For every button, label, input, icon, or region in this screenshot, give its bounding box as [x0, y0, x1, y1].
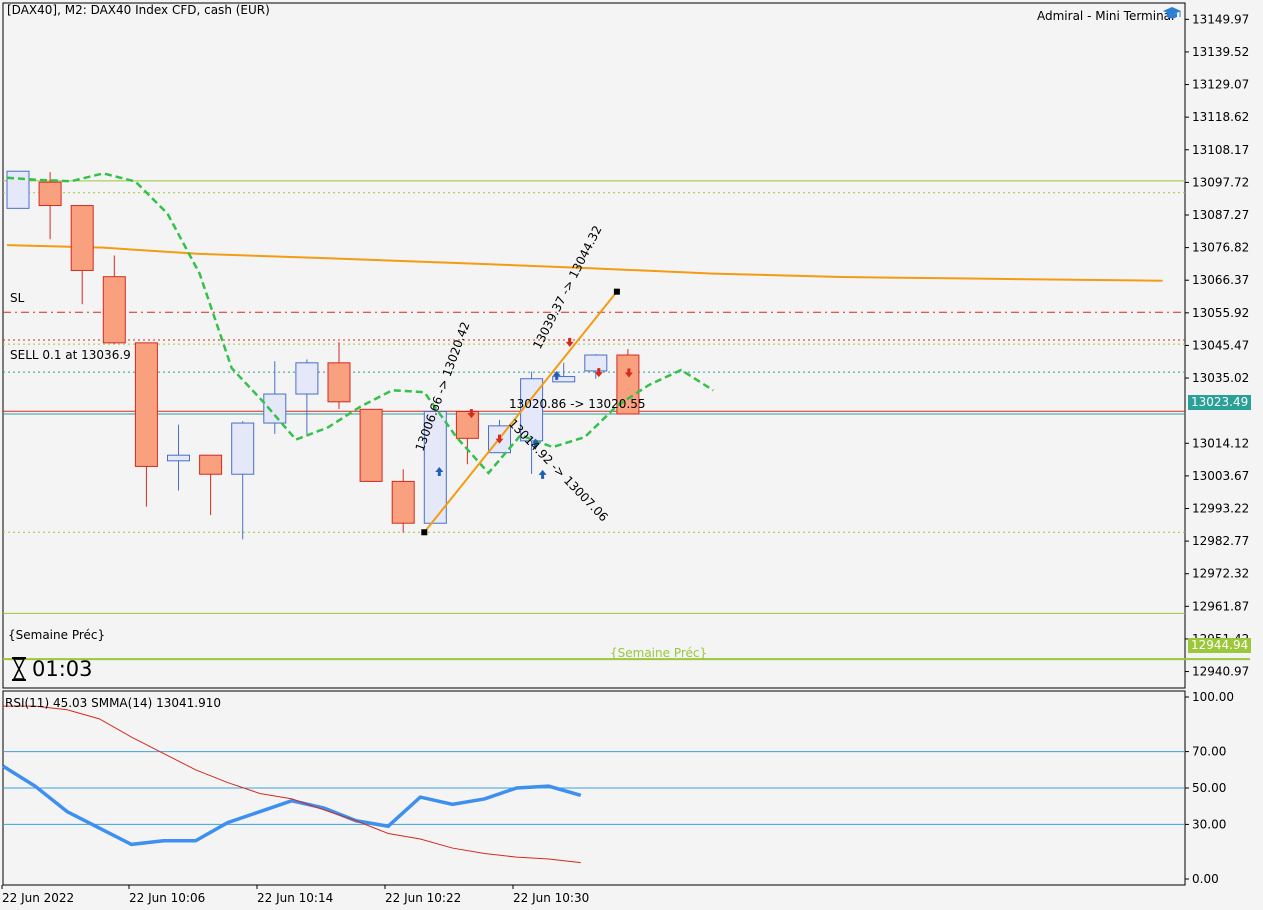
candle-body [38, 181, 62, 207]
rsi-y-tick-label: 0.00 [1192, 872, 1219, 886]
rsi-y-tick-label: 50.00 [1192, 781, 1226, 795]
graduation-cap-icon[interactable] [1162, 6, 1182, 22]
y-tick-label: 13118.62 [1192, 110, 1249, 124]
candle-body [327, 362, 351, 403]
sl-label: SL [10, 291, 25, 305]
y-tick-label: 13087.27 [1192, 208, 1249, 222]
semaine-label-center: {Semaine Préc} [610, 646, 708, 660]
rsi-y-tick-label: 70.00 [1192, 745, 1226, 759]
rsi-title: RSI(11) 45.03 SMMA(14) 13041.910 [5, 696, 221, 710]
candle-body [391, 480, 415, 524]
y-tick-label: 12972.32 [1192, 567, 1249, 581]
symbol-info: [DAX40], M2: DAX40 Index CFD, cash (EUR) [7, 3, 270, 17]
candle-body [102, 276, 126, 344]
x-tick-label: 22 Jun 10:14 [257, 891, 333, 905]
y-tick-label: 13045.47 [1192, 338, 1249, 352]
candle-body [359, 408, 383, 482]
y-tick-label: 12993.22 [1192, 501, 1249, 515]
chart-canvas: 13149.97 13139.52 13129.07 13118.62 13108.17… [1, 2, 1250, 905]
candle-body [231, 422, 255, 475]
y-tick-label: 13014.12 [1192, 436, 1249, 450]
terminal-name: Admiral - Mini Terminal [1037, 9, 1175, 23]
countdown-timer: 01:03 [32, 657, 93, 681]
y-tick-label: 13097.72 [1192, 175, 1249, 189]
semaine-label-left: {Semaine Préc} [8, 628, 106, 642]
x-tick-label: 22 Jun 2022 [2, 891, 74, 905]
sell-order-label: SELL 0.1 at 13036.9 [10, 348, 131, 362]
candle-body [295, 362, 319, 395]
candle [359, 408, 383, 483]
y-tick-label: 12982.77 [1192, 534, 1249, 548]
y-tick-label: 12940.97 [1192, 665, 1249, 679]
y-tick-label: 13108.17 [1192, 143, 1249, 157]
main-plot-frame [2, 2, 1186, 689]
trendline-end-marker [613, 288, 620, 295]
week-price-tag: 12944.94 [1188, 638, 1251, 653]
current-price-tag: 13023.49 [1188, 395, 1251, 410]
y-tick-label: 13076.82 [1192, 241, 1249, 255]
y-tick-label: 13129.07 [1192, 78, 1249, 92]
candle-body [167, 454, 190, 462]
x-tick-label: 22 Jun 10:30 [513, 891, 589, 905]
y-tick-label: 13035.02 [1192, 371, 1249, 385]
trade-annotation: 13020.86 -> 13020.55 [509, 397, 646, 411]
y-tick-label: 13139.52 [1192, 45, 1249, 59]
candle-body [199, 454, 223, 475]
candle-body [263, 393, 287, 424]
candle-body [584, 354, 608, 372]
trendline-start-marker [421, 529, 428, 536]
rsi-y-tick-label: 100.00 [1192, 690, 1234, 704]
hourglass-icon [10, 656, 28, 682]
x-tick-label: 22 Jun 10:06 [129, 891, 205, 905]
y-tick-label: 13066.37 [1192, 273, 1249, 287]
candle-body [455, 411, 479, 439]
y-tick-label: 13003.67 [1192, 469, 1249, 483]
y-tick-label: 12961.87 [1192, 599, 1249, 613]
x-tick-label: 22 Jun 10:22 [385, 891, 461, 905]
rsi-y-tick-label: 30.00 [1192, 817, 1226, 831]
candle-body [134, 342, 158, 467]
y-tick-label: 13055.92 [1192, 306, 1249, 320]
candle-body [70, 205, 94, 271]
y-tick-label: 13149.97 [1192, 12, 1249, 26]
